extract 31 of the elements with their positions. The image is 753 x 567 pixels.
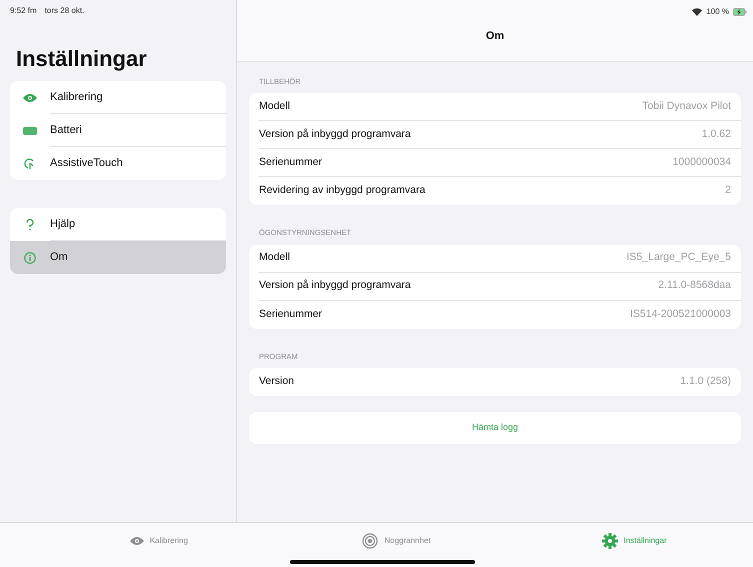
row-value: IS514-200521000003 xyxy=(630,306,731,322)
row-label: Serienummer xyxy=(259,306,322,322)
row-label: Serienummer xyxy=(259,154,322,170)
row-value: Tobii Dynavox Pilot xyxy=(642,98,731,114)
status-time: 9:52 fm xyxy=(10,5,37,17)
info-icon xyxy=(24,252,36,264)
row-label: Modell xyxy=(259,98,290,114)
row-value: 2 xyxy=(725,183,731,198)
row-label: Version på inbyggd programvara xyxy=(259,278,411,294)
page-title: Om xyxy=(484,29,506,44)
battery-percent: 100 % xyxy=(706,6,729,18)
row-value: 2.11.0-8568daa xyxy=(658,278,731,294)
target-icon xyxy=(362,533,378,549)
row-label: Modell xyxy=(259,250,290,266)
row-label: Revidering av inbyggd programvara xyxy=(259,183,426,198)
status-date: tors 28 okt. xyxy=(44,5,84,17)
eye-icon xyxy=(130,536,144,546)
sidebar-item[interactable]: Om xyxy=(10,241,226,274)
battery-icon xyxy=(23,126,37,134)
row-value: IS5_Large_PC_Eye_5 xyxy=(626,250,731,266)
gear-icon xyxy=(602,533,618,549)
row-label: Version på inbyggd programvara xyxy=(259,126,411,142)
row-value: 1.1.0 (258) xyxy=(680,374,731,389)
row-value: 1.0.62 xyxy=(702,126,731,142)
eye-icon xyxy=(23,92,37,102)
row-label: Version xyxy=(259,374,294,389)
row-value: 1000000034 xyxy=(672,154,731,170)
wifi-icon xyxy=(692,8,702,16)
question-icon xyxy=(26,218,34,230)
sidebar-title: Inställningar xyxy=(15,45,148,73)
touch-icon xyxy=(24,158,36,170)
